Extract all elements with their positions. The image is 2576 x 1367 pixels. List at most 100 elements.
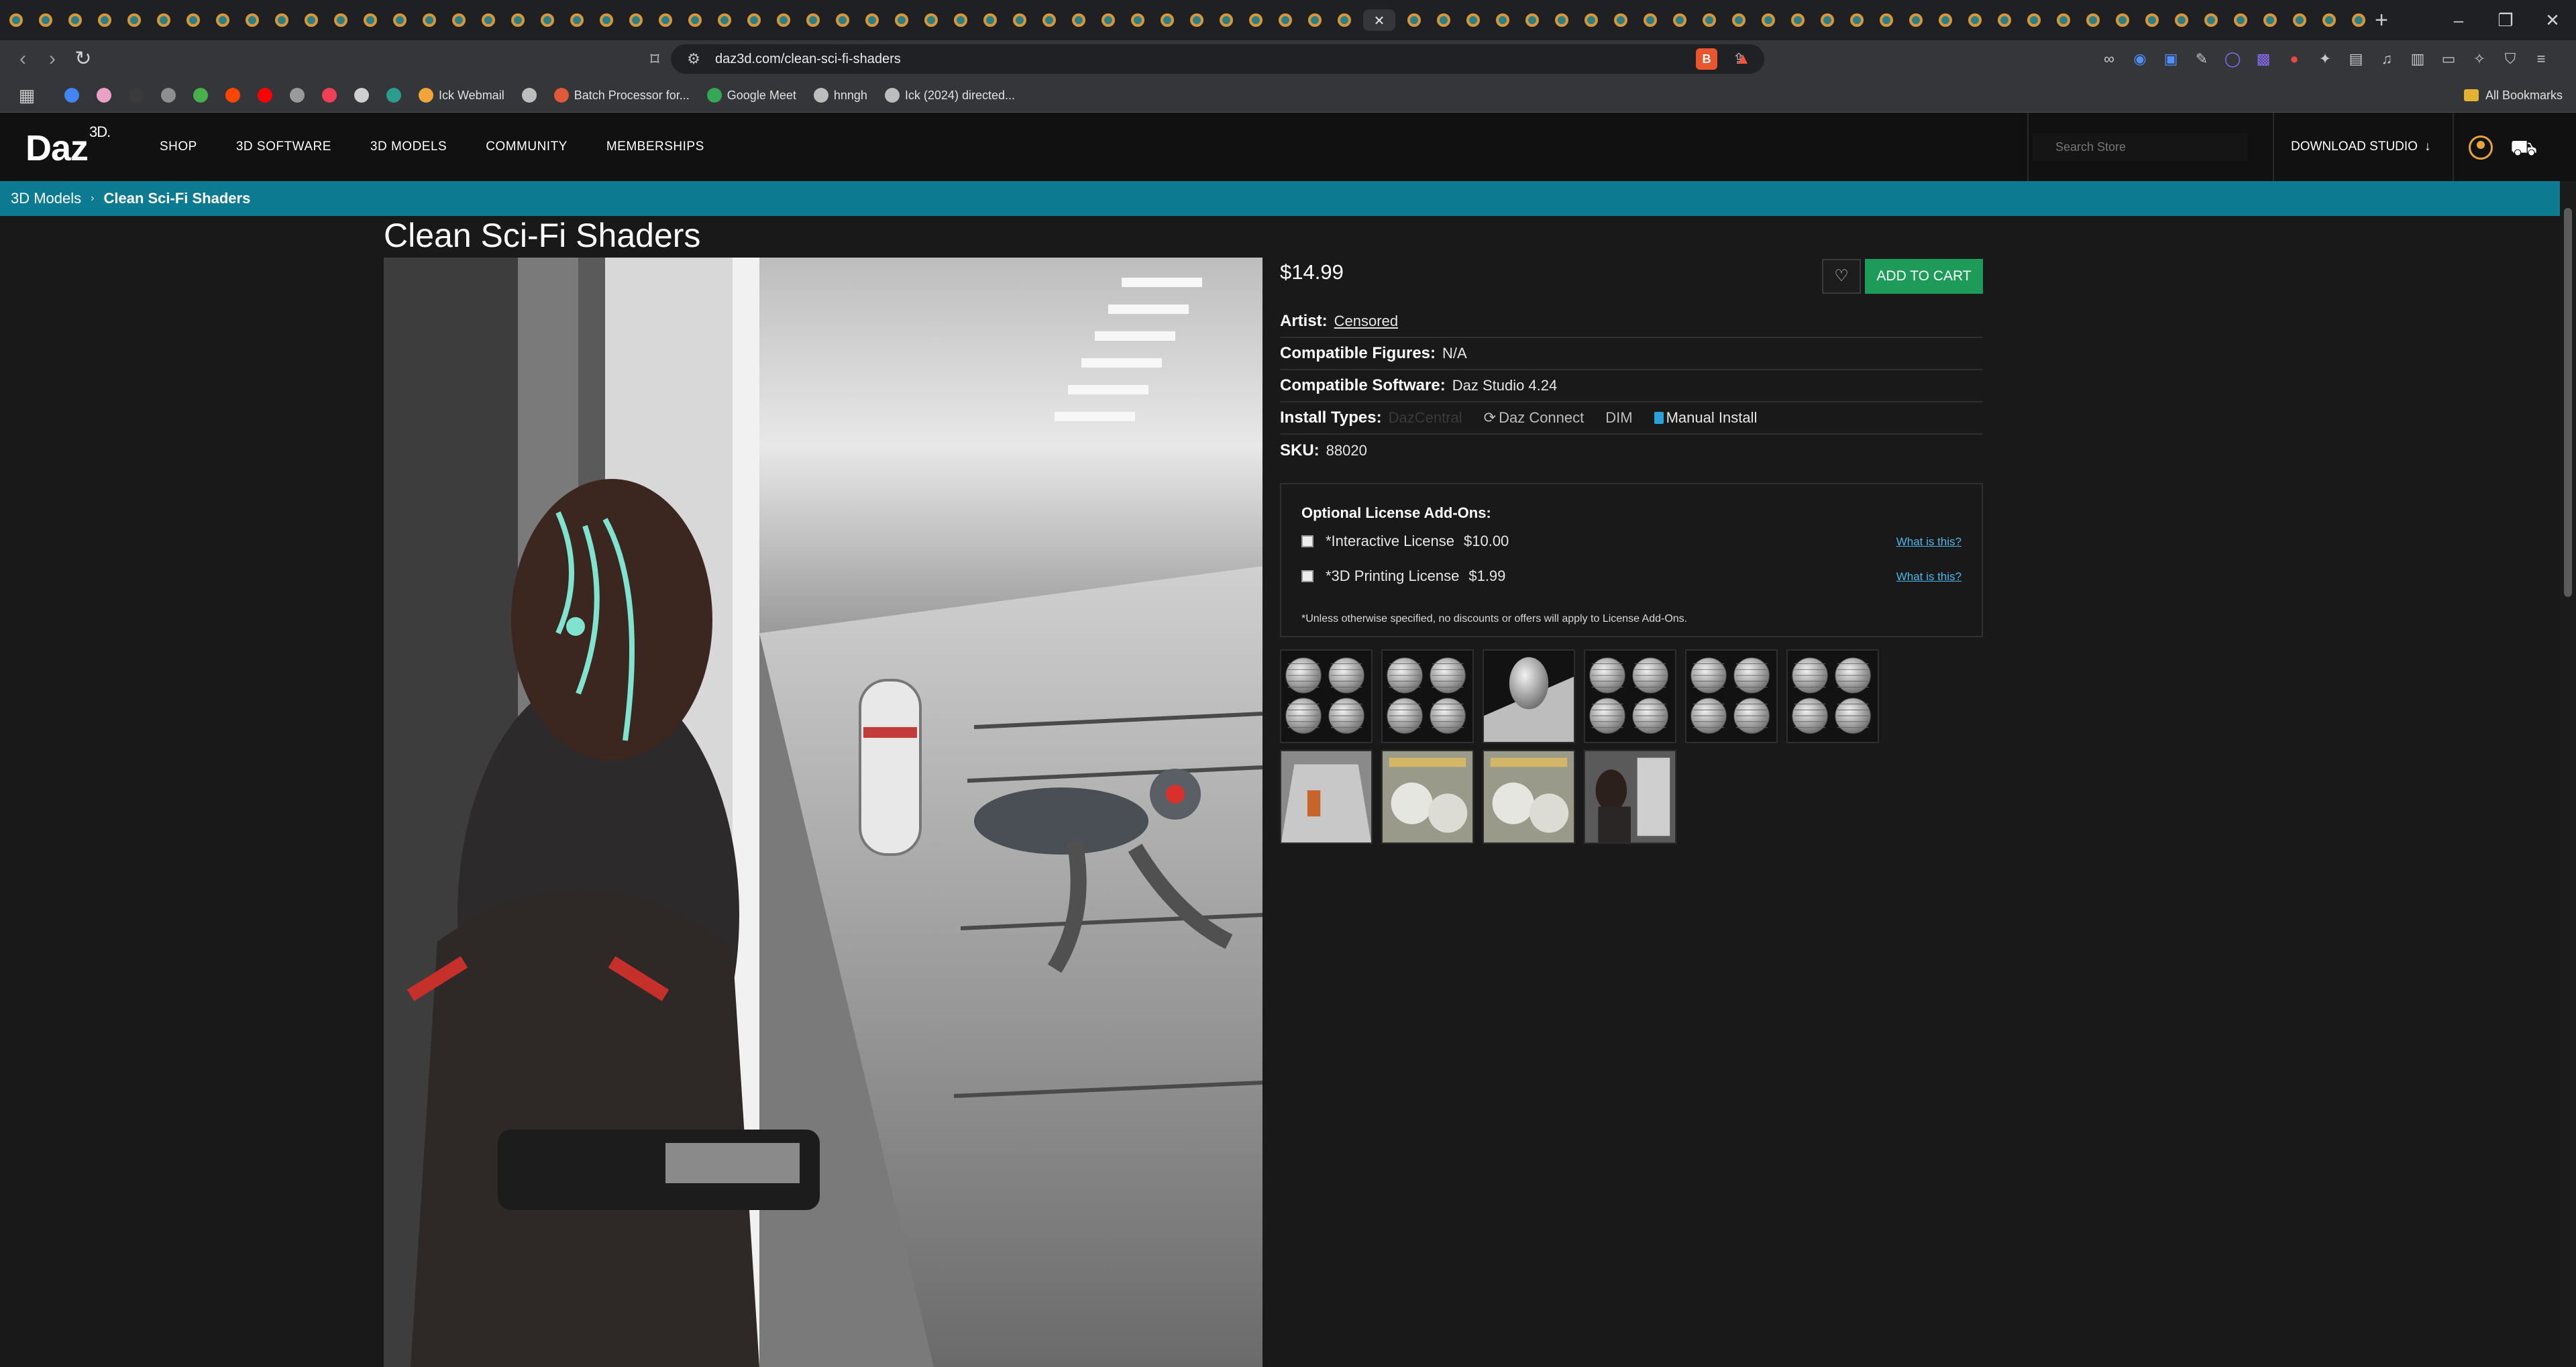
bookmark-item[interactable] — [157, 83, 180, 107]
bookmark-item[interactable] — [318, 83, 341, 107]
browser-tab[interactable] — [153, 9, 174, 31]
browser-tab[interactable] — [2082, 9, 2104, 31]
bookmark-icon[interactable]: ⌑ — [644, 47, 665, 71]
browser-tab[interactable] — [1275, 9, 1296, 31]
cart-icon[interactable]: ⛟ — [2510, 134, 2537, 161]
browser-tab[interactable] — [182, 9, 204, 31]
browser-tab[interactable] — [1758, 9, 1779, 31]
browser-tab[interactable] — [1817, 9, 1838, 31]
browser-tab[interactable] — [1580, 9, 1602, 31]
minimize-button[interactable]: – — [2435, 5, 2482, 35]
browser-tab[interactable] — [773, 9, 794, 31]
browser-tab[interactable] — [35, 9, 56, 31]
browser-tab[interactable] — [1097, 9, 1119, 31]
bookmark-item[interactable]: Google Meet — [703, 83, 800, 107]
printing-license-row[interactable]: *3D Printing License $1.99 — [1301, 566, 1505, 586]
wishlist-button[interactable]: ♡ — [1822, 259, 1861, 294]
browser-tab[interactable] — [64, 9, 86, 31]
address-bar[interactable]: ⚙ daz3d.com/clean-sci-fi-shaders ⇪ — [671, 44, 1764, 74]
back-icon[interactable]: ‹ — [9, 46, 36, 72]
product-thumbnail[interactable] — [1685, 649, 1778, 743]
forward-icon[interactable]: › — [39, 46, 66, 72]
browser-tab[interactable] — [625, 9, 647, 31]
scrollbar-thumb[interactable] — [2564, 208, 2572, 597]
nav-shop[interactable]: SHOP — [160, 140, 197, 154]
browser-tab[interactable] — [1334, 9, 1355, 31]
browser-tab[interactable] — [655, 9, 676, 31]
media-icon[interactable]: ♫ — [2376, 47, 2398, 71]
browser-tab[interactable] — [1433, 9, 1454, 31]
browser-tab[interactable] — [1186, 9, 1208, 31]
extension-pin-icon[interactable]: ✎ — [2191, 47, 2212, 71]
browser-tab[interactable] — [2112, 9, 2133, 31]
browser-tab[interactable] — [2348, 9, 2367, 31]
browser-tab[interactable] — [1245, 9, 1267, 31]
nav-memberships[interactable]: MEMBERSHIPS — [606, 140, 704, 154]
search-store-input[interactable] — [2033, 133, 2247, 161]
browser-tab[interactable] — [360, 9, 381, 31]
browser-tab[interactable] — [714, 9, 735, 31]
close-window-button[interactable]: ✕ — [2529, 5, 2576, 35]
interactive-license-help-link[interactable]: What is this? — [1896, 535, 1962, 549]
restore-button[interactable]: ❐ — [2482, 5, 2529, 35]
browser-tab[interactable] — [684, 9, 706, 31]
extension-translate-icon[interactable]: ▣ — [2160, 47, 2182, 71]
product-thumbnail[interactable] — [1483, 750, 1575, 844]
printing-license-help-link[interactable]: What is this? — [1896, 570, 1962, 584]
product-hero-image[interactable] — [384, 258, 1263, 1367]
browser-tab[interactable] — [419, 9, 440, 31]
bookmark-item[interactable] — [286, 83, 309, 107]
browser-tab[interactable] — [832, 9, 853, 31]
browser-tab[interactable] — [920, 9, 942, 31]
bookmark-item[interactable] — [518, 83, 541, 107]
nav-3d-software[interactable]: 3D SOFTWARE — [236, 140, 331, 154]
browser-tab[interactable] — [596, 9, 617, 31]
product-thumbnail[interactable] — [1280, 649, 1373, 743]
wallet-icon[interactable]: ▭ — [2438, 47, 2459, 71]
browser-tab[interactable] — [1846, 9, 1868, 31]
browser-tab[interactable] — [891, 9, 912, 31]
browser-tab[interactable] — [2230, 9, 2251, 31]
printing-license-checkbox[interactable] — [1301, 570, 1313, 582]
browser-tab[interactable] — [1216, 9, 1237, 31]
interactive-license-row[interactable]: *Interactive License $10.00 — [1301, 531, 1509, 551]
reload-icon[interactable]: ↻ — [70, 46, 97, 72]
browser-tab[interactable] — [1669, 9, 1690, 31]
browser-tab[interactable] — [1157, 9, 1178, 31]
nav-community[interactable]: COMMUNITY — [486, 140, 568, 154]
account-icon[interactable] — [2469, 135, 2493, 160]
extension-box-icon[interactable]: ▤ — [2345, 47, 2367, 71]
browser-tab[interactable] — [2289, 9, 2310, 31]
browser-tab[interactable] — [1009, 9, 1030, 31]
leo-ai-icon[interactable]: ✧ — [2469, 47, 2490, 71]
browser-tab[interactable] — [2259, 9, 2281, 31]
browser-tab[interactable] — [743, 9, 765, 31]
browser-tab[interactable] — [1728, 9, 1750, 31]
vpn-icon[interactable]: ⛉ — [2500, 47, 2521, 71]
brave-shield-icon[interactable]: B — [1696, 48, 1717, 70]
browser-tab[interactable] — [271, 9, 292, 31]
bookmark-item[interactable] — [221, 83, 244, 107]
breadcrumb-3d-models[interactable]: 3D Models — [11, 190, 81, 207]
extension-audio-icon[interactable]: ◉ — [2129, 47, 2151, 71]
browser-tab[interactable] — [537, 9, 558, 31]
bookmark-item[interactable] — [382, 83, 405, 107]
bookmark-item[interactable]: Batch Processor for... — [550, 83, 694, 107]
extensions-puzzle-icon[interactable]: ✦ — [2314, 47, 2336, 71]
extension-glasses-icon[interactable]: ∞ — [2098, 47, 2120, 71]
bookmark-item[interactable]: Ick (2024) directed... — [881, 83, 1019, 107]
browser-tab[interactable] — [2141, 9, 2163, 31]
bookmark-item[interactable] — [93, 83, 115, 107]
new-tab-button[interactable]: + — [2368, 7, 2395, 34]
product-thumbnail[interactable] — [1483, 649, 1575, 743]
browser-tab[interactable] — [1935, 9, 1956, 31]
menu-icon[interactable]: ≡ — [2530, 47, 2552, 71]
browser-tab[interactable] — [2200, 9, 2222, 31]
bookmark-item[interactable]: Ick Webmail — [415, 83, 508, 107]
extension-red-icon[interactable]: ● — [2284, 47, 2305, 71]
bookmark-item[interactable] — [60, 83, 83, 107]
browser-tab[interactable] — [123, 9, 145, 31]
product-thumbnail[interactable] — [1381, 750, 1474, 844]
bookmark-item[interactable]: hnngh — [810, 83, 871, 107]
browser-tab[interactable] — [330, 9, 352, 31]
